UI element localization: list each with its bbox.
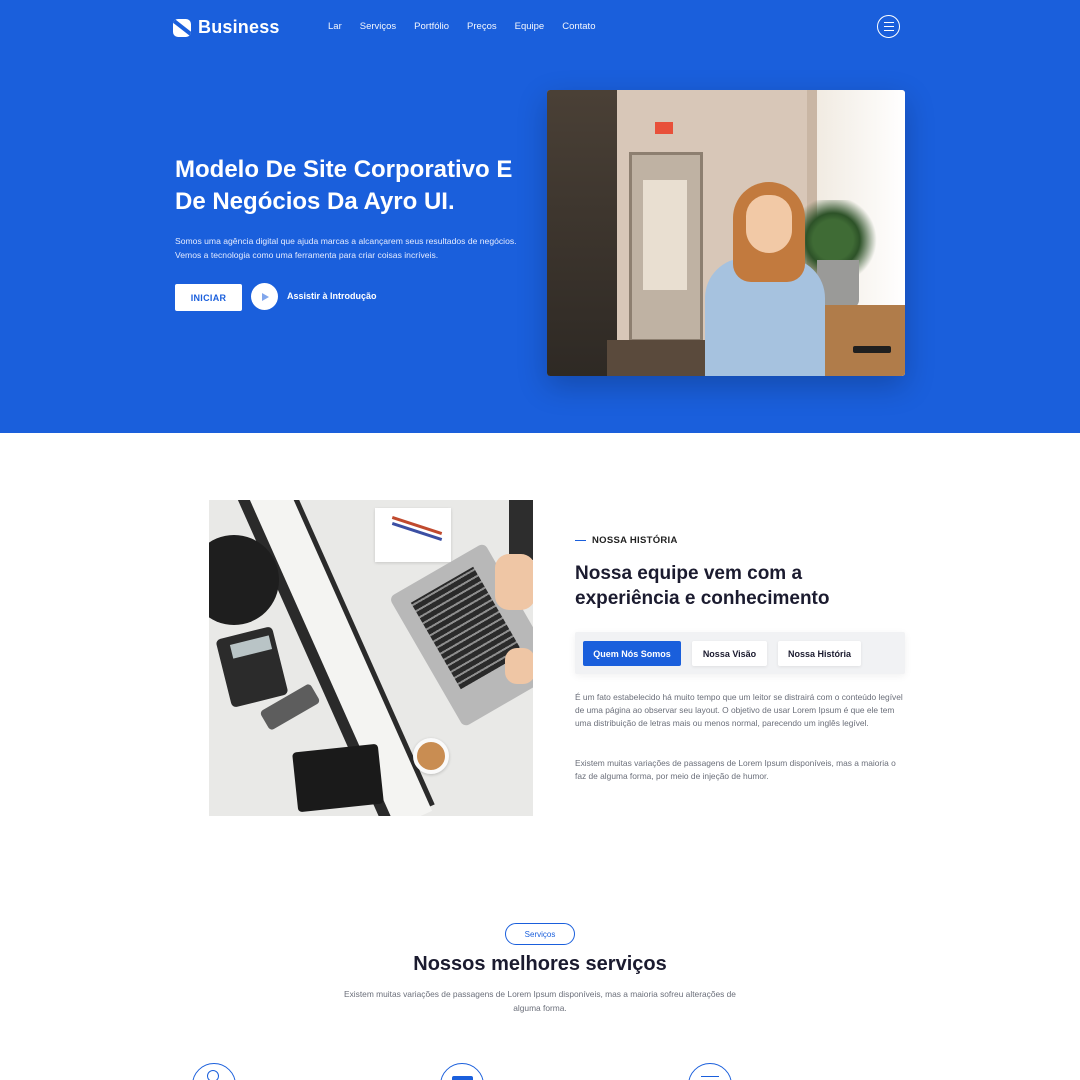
eyebrow-label: NOSSA HISTÓRIA [592,535,678,546]
services-description: Existem muitas variações de passagens de… [344,989,736,1013]
service-glyph [701,1076,719,1077]
photo-glass-wall [547,90,617,376]
photo-exit-sign [655,122,673,134]
main-menu: Lar Serviços Portfólio Preços Equipe Con… [328,21,613,32]
hero-title: Modelo De Site Corporativo E De Negócios… [175,156,513,215]
brand-name: Business [198,17,280,37]
service-icon [688,1063,732,1080]
about-title: Nossa equipe vem com a experiência e con… [575,563,830,609]
menu-line [883,25,894,28]
photo-hand [505,648,533,684]
tab-quem-nos-somos[interactable]: Quem Nós Somos [583,641,681,666]
photo-person-face [746,195,792,253]
play-icon[interactable] [251,283,278,310]
service-glyph [207,1070,219,1080]
service-icon [192,1063,236,1080]
section-eyebrow: NOSSA HISTÓRIA [575,535,678,546]
photo-hand [495,554,533,610]
watch-intro-link[interactable]: Assistir à Introdução [287,291,377,301]
about-image [209,500,533,816]
about-paragraph: Existem muitas variações de passagens de… [575,758,896,782]
nav-item-servicos[interactable]: Serviços [360,21,396,32]
nav-item-contato[interactable]: Contato [562,21,595,32]
hero-image [547,90,905,376]
menu-toggle-icon[interactable] [877,15,900,38]
nav-item-equipe[interactable]: Equipe [515,21,545,32]
hero-section: Business Lar Serviços Portfólio Preços E… [0,0,1080,433]
photo-coffee-cup [413,738,449,774]
brand-logo[interactable]: Business [173,17,280,38]
service-icon [440,1063,484,1080]
photo-tablet [292,743,384,813]
service-glyph [452,1076,473,1080]
nav-item-lar[interactable]: Lar [328,21,342,32]
start-button[interactable]: INICIAR [175,284,242,311]
hero-description: Somos uma agência digital que ajuda marc… [175,236,517,260]
tab-nossa-historia[interactable]: Nossa História [778,641,861,666]
photo-door-window [643,180,687,290]
menu-line [883,29,894,32]
photo-paper [375,508,451,562]
services-badge: Serviços [505,923,575,945]
about-paragraph: É um fato estabelecido há muito tempo qu… [575,692,903,729]
top-navigation: Business Lar Serviços Portfólio Preços E… [0,0,1080,54]
photo-phone [853,346,891,353]
photo-sleeve [509,500,533,560]
nav-item-precos[interactable]: Preços [467,21,497,32]
tab-nossa-visao[interactable]: Nossa Visão [692,641,767,666]
services-title: Nossos melhores serviços [413,953,667,975]
menu-line [883,21,894,24]
logo-icon [173,18,191,37]
eyebrow-line [575,539,586,542]
nav-item-portfolio[interactable]: Portfólio [414,21,449,32]
